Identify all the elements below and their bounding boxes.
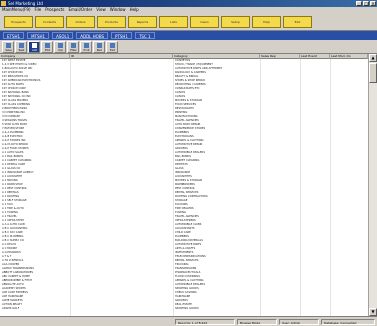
cell-company: ADAMS GOLF [2,307,20,310]
exit-icon [110,43,115,48]
recall-icon [97,43,102,48]
toolbar-button-orders[interactable]: Orders [66,16,95,28]
delete-icon [58,43,63,48]
toolbar-button-prospects[interactable]: Prospects [4,16,33,28]
status-records: Records: 1 of 8,412 [175,319,235,325]
printer-icon [84,43,89,48]
recall-button[interactable]: Recl [93,41,105,53]
toolbar-button-setup[interactable]: Setup [221,16,250,28]
tab-etsh1[interactable]: ETSH1 [3,32,25,39]
tab-asol1[interactable]: ASOL1 [52,32,74,39]
filter-icon [71,43,76,48]
toolbar-button-lists[interactable]: Lists [159,16,188,28]
save-icon [6,43,11,48]
status-bar: Records: 1 of 8,412 Browse Mode User: Ad… [0,316,377,326]
close-button[interactable]: × [370,1,376,6]
save-button[interactable]: Save [2,41,14,53]
restore-icon [19,43,24,48]
minimize-button[interactable]: _ [356,1,362,6]
title-bar: Sel Marketing Ltd _ □ × [0,0,377,7]
tab-addl-hobs[interactable]: ADDL HOBS [76,32,109,39]
tab-mtsh1[interactable]: MTSH1 [27,32,50,39]
maximize-button[interactable]: □ [363,1,369,6]
app-window: Sel Marketing Ltd _ □ × MainMenu(F9) Fil… [0,0,377,326]
records-grid[interactable]: Company ID Category Sales Rep Last Event… [0,54,368,316]
exit-button[interactable]: Exit [106,41,118,53]
toolbar-button-exit[interactable]: Exit [283,16,312,28]
window-title: Sel Marketing Ltd [8,1,43,6]
status-user: User: Admin [279,319,319,325]
restore-button[interactable]: Rest [15,41,27,53]
status-connection: Database: Connected [321,319,375,325]
view-tab-bar: ETSH1 MTSH1 ASOL1 ADDL HOBS PTSH1 TSC 1 [0,31,377,40]
table-row[interactable]: ADAMS GOLF SPORTING GOODS [0,307,368,311]
tab-ptsh1[interactable]: PTSH1 [111,32,132,39]
toolbar-button-contacts[interactable]: Contacts [35,16,64,28]
cell-category: SPORTING GOODS [175,307,199,310]
toolbar-button-users[interactable]: Users [190,16,219,28]
scroll-down-icon[interactable]: ▼ [369,308,377,316]
print-button[interactable]: Print [80,41,92,53]
delete-button[interactable]: Del [54,41,66,53]
filter-button[interactable]: Filter [67,41,79,53]
vertical-scrollbar[interactable]: ▲ ▼ [368,54,377,316]
status-mode: Browse Mode [237,319,277,325]
record-toolbar: Save Rest Add Edit Del Filter Print Recl… [0,40,377,54]
toolbar-button-reports[interactable]: Reports [128,16,157,28]
edit-icon [45,43,50,48]
scroll-up-icon[interactable]: ▲ [369,54,377,62]
scroll-thumb[interactable] [369,63,377,83]
toolbar-button-products[interactable]: Products [97,16,126,28]
tab-tsc1[interactable]: TSC 1 [134,32,155,39]
toolbar-button-help[interactable]: Help [252,16,281,28]
add-icon [32,43,37,48]
add-button[interactable]: Add [28,41,40,53]
edit-button[interactable]: Edit [41,41,53,53]
grid-body: 1ST WEST ESTATE COSMETICS 1-2-3 SEE PHOTO … [0,59,368,311]
app-icon [1,1,6,6]
main-toolbar: Prospects Contacts Orders Products Repor… [0,13,377,31]
